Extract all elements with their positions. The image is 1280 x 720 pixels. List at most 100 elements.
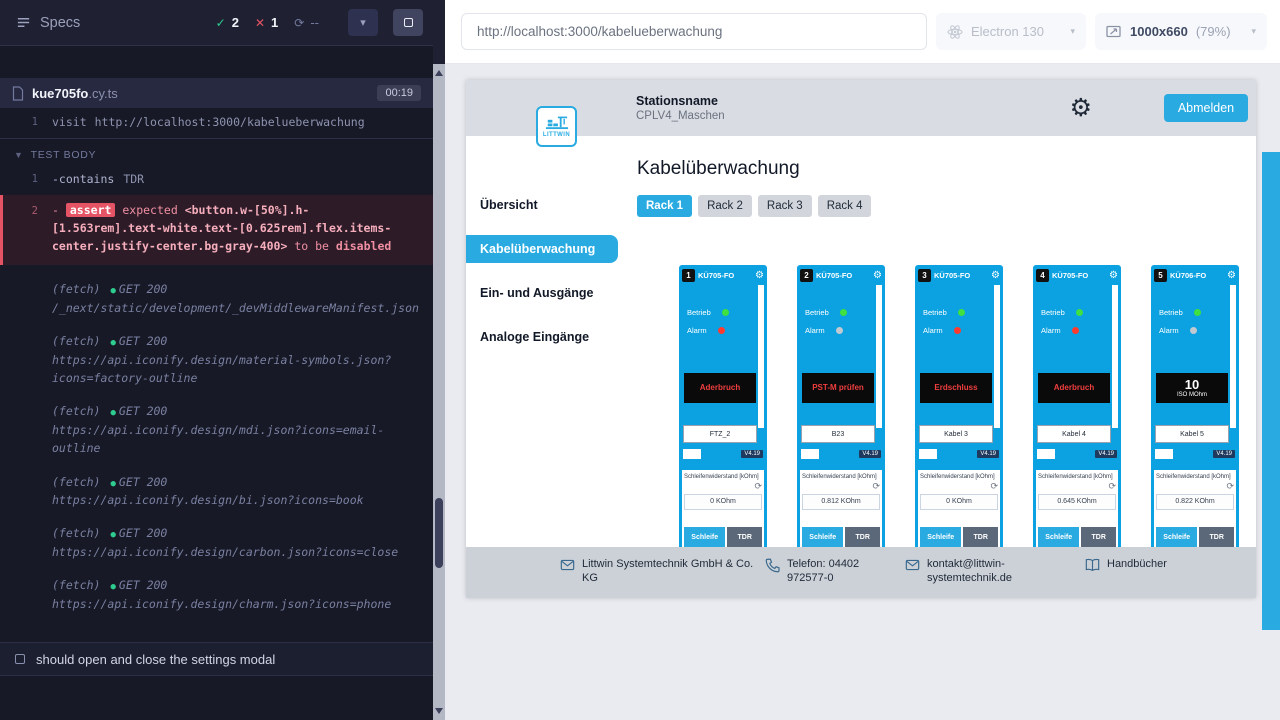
main-content: Kabelüberwachung Rack 1 Rack 2 Rack 3 Ra… bbox=[618, 136, 1256, 598]
fetch-log[interactable]: (fetch)●GET 200 https://api.iconify.desi… bbox=[0, 332, 433, 387]
sidebar-item-kabelueberwachung[interactable]: Kabelüberwachung bbox=[466, 235, 618, 263]
sidebar-item-uebersicht[interactable]: Übersicht bbox=[466, 191, 618, 219]
viewport-select[interactable]: 1000x660 (79%) ▾ bbox=[1095, 13, 1267, 50]
tab-rack-2[interactable]: Rack 2 bbox=[698, 195, 752, 217]
collapse-button[interactable]: ▾ bbox=[348, 9, 378, 36]
command-assert-failed[interactable]: 2 - assert expected <button.w-[50%].h-[1… bbox=[0, 195, 433, 265]
settings-gear-icon[interactable]: ⚙ bbox=[1070, 96, 1092, 121]
scrollbar-thumb[interactable] bbox=[435, 498, 443, 568]
status-dot: ● bbox=[110, 479, 115, 489]
card-side-strip bbox=[1230, 285, 1236, 428]
reporter-scrollbar[interactable] bbox=[433, 0, 445, 720]
device-card: 2 KÜ705-FO ⚙ Betrieb Alarm PST-M prüfen … bbox=[797, 265, 885, 565]
cable-name: FTZ_2 bbox=[683, 425, 757, 443]
card-gear-icon[interactable]: ⚙ bbox=[1109, 271, 1118, 281]
sidebar-item-ein-und-ausgaenge[interactable]: Ein- und Ausgänge bbox=[466, 279, 618, 307]
footer-manuals-link[interactable]: Handbücher bbox=[1085, 557, 1256, 572]
visit-url: http://localhost:3000/kabelueberwachung bbox=[95, 115, 365, 129]
x-icon: ✕ bbox=[255, 16, 265, 30]
slot-number: 5 bbox=[1154, 269, 1167, 282]
refresh-icon[interactable]: ⟳ bbox=[802, 482, 880, 491]
footer-email[interactable]: kontakt@littwin-systemtechnik.de bbox=[905, 557, 1075, 586]
electron-icon bbox=[947, 24, 963, 40]
browser-select[interactable]: Electron 130 ▾ bbox=[936, 13, 1086, 50]
betrieb-led bbox=[958, 309, 965, 316]
status-dot: ● bbox=[110, 338, 115, 348]
refresh-icon[interactable]: ⟳ bbox=[684, 482, 762, 491]
email-icon bbox=[905, 558, 920, 572]
test-body-section[interactable]: ▼ TEST BODY bbox=[0, 139, 433, 168]
collapsed-test[interactable]: should open and close the settings modal bbox=[0, 642, 433, 676]
spec-title-bar[interactable]: kue705fo.cy.ts 00:19 bbox=[0, 78, 433, 108]
tab-rack-4[interactable]: Rack 4 bbox=[818, 195, 872, 217]
sidebar-nav: Übersicht Kabelüberwachung Ein- und Ausg… bbox=[466, 136, 618, 598]
alarm-label: Alarm bbox=[687, 326, 707, 335]
alarm-led bbox=[954, 327, 961, 334]
command-visit[interactable]: 1 visithttp://localhost:3000/kabelueberw… bbox=[0, 108, 433, 139]
app-header: LITTWIN Stationsname CPLV4_Maschen ⚙ Abm… bbox=[466, 80, 1256, 136]
spec-duration: 00:19 bbox=[377, 85, 421, 101]
viewport-icon bbox=[1106, 24, 1122, 40]
tdr-button[interactable]: TDR bbox=[963, 527, 998, 547]
device-model: KÜ705-FO bbox=[1052, 271, 1088, 280]
schleife-button[interactable]: Schleife bbox=[802, 527, 843, 547]
app-footer: Littwin Systemtechnik GmbH & Co. KG Tele… bbox=[466, 547, 1256, 598]
fetch-log[interactable]: (fetch)●GET 200 https://api.iconify.desi… bbox=[0, 402, 433, 457]
scroll-up-arrow[interactable] bbox=[435, 70, 443, 76]
assert-state: disabled bbox=[336, 239, 391, 253]
book-icon bbox=[1085, 558, 1100, 572]
card-gear-icon[interactable]: ⚙ bbox=[1227, 271, 1236, 281]
schleife-button[interactable]: Schleife bbox=[1038, 527, 1079, 547]
url-input[interactable]: http://localhost:3000/kabelueberwachung bbox=[461, 13, 927, 50]
fetch-log[interactable]: (fetch)●GET 200 https://api.iconify.desi… bbox=[0, 473, 433, 510]
aut-preview: LITTWIN Stationsname CPLV4_Maschen ⚙ Abm… bbox=[445, 64, 1280, 720]
cable-name: B23 bbox=[801, 425, 875, 443]
schleife-button[interactable]: Schleife bbox=[684, 527, 725, 547]
specs-button[interactable]: Specs bbox=[16, 15, 80, 31]
refresh-icon[interactable]: ⟳ bbox=[1038, 482, 1116, 491]
tdr-button[interactable]: TDR bbox=[845, 527, 880, 547]
logout-button[interactable]: Abmelden bbox=[1164, 94, 1248, 122]
fetch-log[interactable]: (fetch)●GET 200 /_next/static/developmen… bbox=[0, 280, 433, 317]
refresh-icon[interactable]: ⟳ bbox=[1156, 482, 1234, 491]
status-dot: ● bbox=[110, 408, 115, 418]
refresh-icon[interactable]: ⟳ bbox=[920, 482, 998, 491]
firmware-version: V4.19 bbox=[977, 450, 999, 458]
cable-name: Kabel 4 bbox=[1037, 425, 1111, 443]
tdr-button[interactable]: TDR bbox=[727, 527, 762, 547]
fetch-log[interactable]: (fetch)●GET 200 https://api.iconify.desi… bbox=[0, 524, 433, 561]
aut-toolbar: http://localhost:3000/kabelueberwachung … bbox=[445, 0, 1280, 64]
cypress-reporter: Specs ✓2 ✕1 ⟳-- ▾ kue705fo.cy.ts 00:19 1… bbox=[0, 0, 433, 720]
stop-button[interactable] bbox=[393, 9, 423, 36]
visit-command: visit bbox=[52, 115, 87, 129]
alarm-label: Alarm bbox=[923, 326, 943, 335]
device-card: 3 KÜ705-FO ⚙ Betrieb Alarm Erdschluss Ka… bbox=[915, 265, 1003, 565]
contains-command: -contains bbox=[52, 172, 114, 186]
card-gear-icon[interactable]: ⚙ bbox=[755, 271, 764, 281]
fetch-log[interactable]: (fetch)●GET 200 https://api.iconify.desi… bbox=[0, 576, 433, 613]
card-side-strip bbox=[876, 285, 882, 428]
sidebar-item-analoge-eingaenge[interactable]: Analoge Eingänge bbox=[466, 323, 618, 351]
card-gear-icon[interactable]: ⚙ bbox=[873, 271, 882, 281]
spec-name: kue705fo.cy.ts bbox=[32, 86, 118, 101]
rack-tabs: Rack 1 Rack 2 Rack 3 Rack 4 bbox=[637, 195, 1256, 217]
measurement-value: 0 KOhm bbox=[920, 494, 998, 510]
command-contains[interactable]: 1 -containsTDR bbox=[0, 168, 433, 190]
mini-indicator bbox=[801, 449, 819, 459]
status-display: Aderbruch bbox=[684, 373, 756, 403]
tab-rack-1[interactable]: Rack 1 bbox=[637, 195, 692, 217]
scroll-down-arrow[interactable] bbox=[435, 708, 443, 714]
card-gear-icon[interactable]: ⚙ bbox=[991, 271, 1000, 281]
tdr-button[interactable]: TDR bbox=[1199, 527, 1234, 547]
slot-number: 3 bbox=[918, 269, 931, 282]
tab-rack-3[interactable]: Rack 3 bbox=[758, 195, 812, 217]
iso-value: 10 bbox=[1185, 378, 1199, 391]
measurement-label: Schleifenwiderstand [kOhm] bbox=[802, 474, 880, 481]
alarm-label: Alarm bbox=[805, 326, 825, 335]
card-side-strip bbox=[994, 285, 1000, 428]
schleife-button[interactable]: Schleife bbox=[920, 527, 961, 547]
measurement-value: 0 KOhm bbox=[684, 494, 762, 510]
schleife-button[interactable]: Schleife bbox=[1156, 527, 1197, 547]
chevron-down-icon: ▾ bbox=[360, 16, 366, 29]
tdr-button[interactable]: TDR bbox=[1081, 527, 1116, 547]
